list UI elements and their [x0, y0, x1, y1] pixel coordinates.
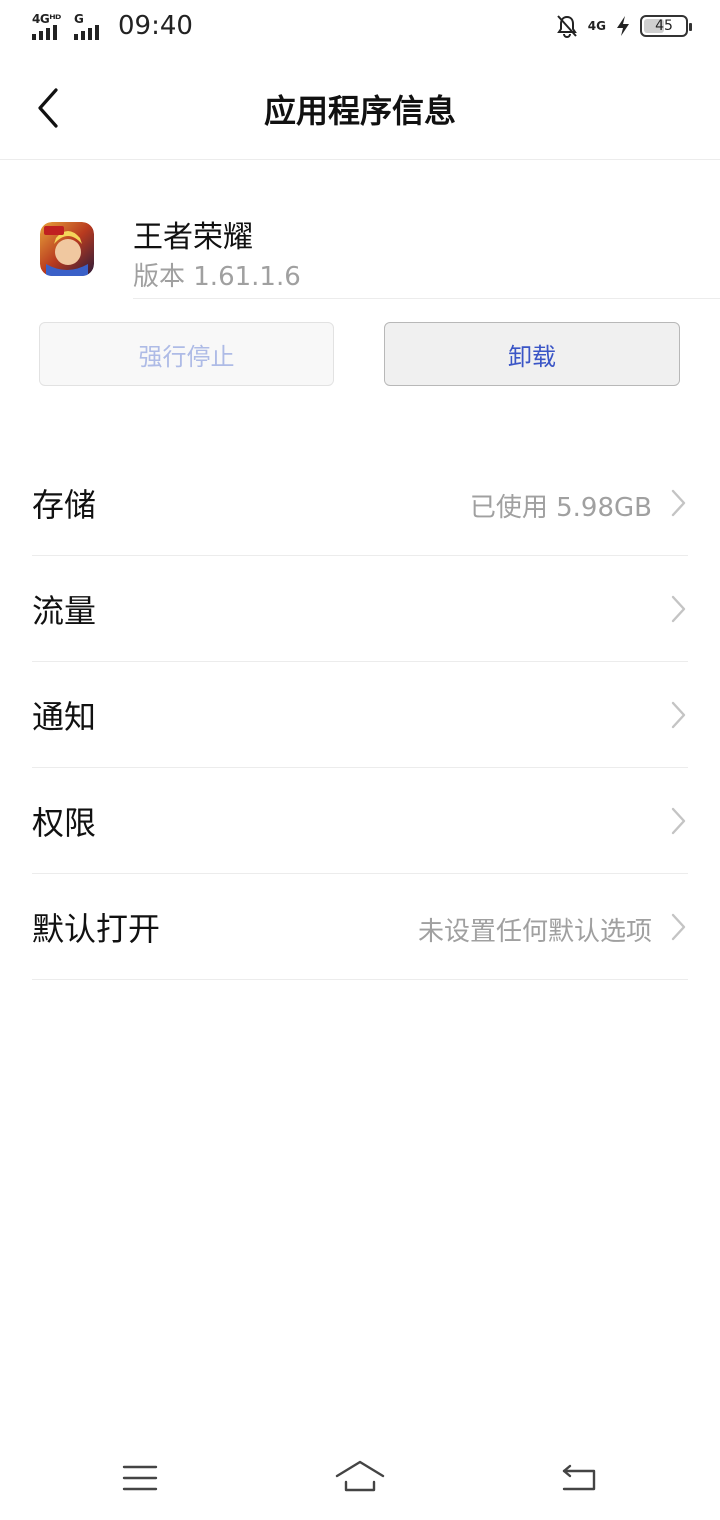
- settings-list: 存储 已使用 5.98GB 流量 通知 权限 默认打开 未设置任何默认选项: [32, 450, 688, 980]
- menu-icon[interactable]: [110, 1454, 170, 1502]
- settings-row-value: 未设置任何默认选项: [417, 917, 652, 947]
- force-stop-button[interactable]: 强行停止: [39, 322, 334, 386]
- chevron-right-icon: [671, 489, 686, 517]
- app-name: 王者荣耀: [133, 220, 253, 255]
- battery-icon: 45: [640, 15, 692, 37]
- status-right: 4G 45: [556, 14, 692, 38]
- charging-icon: [617, 16, 629, 36]
- battery-level: 45: [655, 18, 673, 34]
- sim2-network-tag: G: [74, 12, 84, 26]
- uninstall-button[interactable]: 卸载: [384, 322, 680, 386]
- signal-icon: G: [74, 12, 108, 40]
- signal-icon: 4Gᴴᴰ: [32, 12, 66, 40]
- settings-row-storage[interactable]: 存储 已使用 5.98GB: [32, 450, 688, 556]
- chevron-right-icon: [671, 701, 686, 729]
- network-type: 4G: [587, 19, 606, 33]
- settings-row-value: 已使用 5.98GB: [469, 493, 652, 523]
- chevron-right-icon: [671, 807, 686, 835]
- app-info-screen: 4Gᴴᴰ G 09:40 4G 45 应用程序信息 王者荣耀 版本 1.61.1…: [0, 0, 720, 1520]
- status-time: 09:40: [118, 11, 193, 41]
- divider: [133, 298, 720, 299]
- settings-row-notifications[interactable]: 通知: [32, 662, 688, 768]
- bell-off-icon: [556, 15, 577, 38]
- sim1-network-tag: 4Gᴴᴰ: [32, 12, 61, 26]
- header: 应用程序信息: [0, 56, 720, 160]
- settings-row-label: 权限: [32, 804, 97, 842]
- status-left: 4Gᴴᴰ G 09:40: [32, 12, 193, 40]
- settings-row-data-usage[interactable]: 流量: [32, 556, 688, 662]
- chevron-right-icon: [671, 913, 686, 941]
- chevron-right-icon: [671, 595, 686, 623]
- navigation-bar: [0, 1440, 720, 1520]
- settings-row-label: 通知: [32, 698, 97, 736]
- settings-row-label: 存储: [32, 486, 97, 524]
- page-title: 应用程序信息: [263, 92, 456, 130]
- settings-row-open-by-default[interactable]: 默认打开 未设置任何默认选项: [32, 874, 688, 980]
- home-icon[interactable]: [330, 1454, 390, 1502]
- settings-row-label: 流量: [32, 592, 97, 630]
- app-icon: [40, 222, 94, 276]
- app-version: 版本 1.61.1.6: [133, 262, 301, 292]
- settings-row-permissions[interactable]: 权限: [32, 768, 688, 874]
- settings-row-label: 默认打开: [32, 910, 161, 948]
- status-bar: 4Gᴴᴰ G 09:40 4G 45: [0, 0, 720, 56]
- return-icon[interactable]: [550, 1454, 610, 1502]
